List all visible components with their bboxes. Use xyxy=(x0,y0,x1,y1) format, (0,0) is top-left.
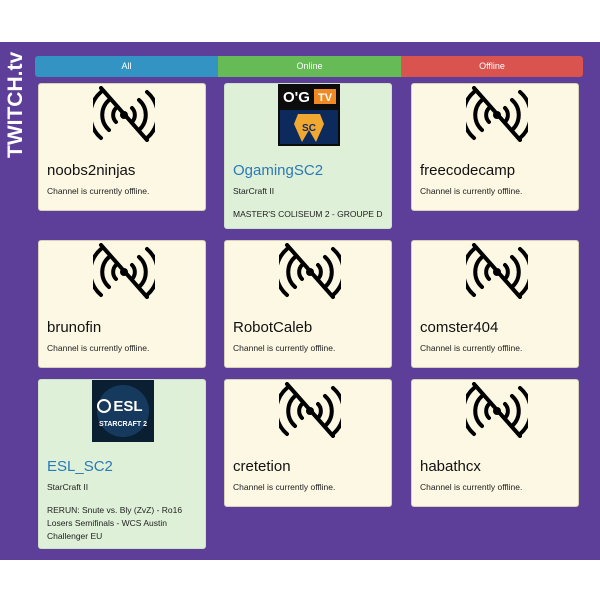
channel-card-freecodecamp[interactable]: freecodecamp Channel is currently offlin… xyxy=(411,83,579,211)
channel-game: StarCraft II xyxy=(233,186,275,196)
esl-logo-subtext: STARCRAFT 2 xyxy=(99,421,147,428)
channel-name[interactable]: cretetion xyxy=(233,458,291,475)
channel-status: Channel is currently offline. xyxy=(420,186,523,196)
channel-card-comster404[interactable]: comster404 Channel is currently offline. xyxy=(411,240,579,368)
channel-card-esl-sc2[interactable]: ESL STARCRAFT 2 ESL_SC2 StarCraft II RER… xyxy=(38,379,206,549)
offline-icon xyxy=(466,86,528,142)
channel-card-cretetion[interactable]: cretetion Channel is currently offline. xyxy=(224,379,392,507)
channel-card-noobs2ninjas[interactable]: noobs2ninjas Channel is currently offlin… xyxy=(38,83,206,211)
offline-icon xyxy=(93,243,155,299)
channel-name[interactable]: RobotCaleb xyxy=(233,319,312,336)
offline-icon xyxy=(279,243,341,299)
ogaming-logo-text: O'G xyxy=(283,89,310,106)
channel-status: Channel is currently offline. xyxy=(233,343,336,353)
ogaming-logo-emblem: SC xyxy=(302,123,316,134)
channel-card-brunofin[interactable]: brunofin Channel is currently offline. xyxy=(38,240,206,368)
channel-name[interactable]: habathcx xyxy=(420,458,481,475)
channel-status: Channel is currently offline. xyxy=(233,482,336,492)
tab-online[interactable]: Online xyxy=(218,56,401,77)
channel-name[interactable]: brunofin xyxy=(47,319,101,336)
offline-icon xyxy=(93,86,155,142)
tab-all[interactable]: All xyxy=(35,56,218,77)
channel-name[interactable]: noobs2ninjas xyxy=(47,162,135,179)
channel-card-ogamingsc2[interactable]: O'G TV SC OgamingSC2 StarCraft II MASTER… xyxy=(224,83,392,229)
offline-icon xyxy=(466,243,528,299)
channel-status: Channel is currently offline. xyxy=(420,482,523,492)
channel-game: StarCraft II xyxy=(47,482,89,492)
channel-status: Channel is currently offline. xyxy=(47,186,150,196)
brand-title: TWITCH.tv xyxy=(4,51,27,158)
tab-offline[interactable]: Offline xyxy=(401,56,583,77)
channel-name[interactable]: freecodecamp xyxy=(420,162,515,179)
channel-card-robotcaleb[interactable]: RobotCaleb Channel is currently offline. xyxy=(224,240,392,368)
channel-status: Channel is currently offline. xyxy=(47,343,150,353)
ogaming-logo-badge: TV xyxy=(318,92,333,104)
esl-logo: ESL STARCRAFT 2 xyxy=(92,380,154,442)
channel-name[interactable]: OgamingSC2 xyxy=(233,162,323,179)
channel-name[interactable]: comster404 xyxy=(420,319,498,336)
channel-stream-title: RERUN: Snute vs. Bly (ZvZ) - Ro16 Losers… xyxy=(47,505,183,541)
channel-stream-title: MASTER'S COLISEUM 2 - GROUPE D xyxy=(233,209,383,219)
ogaming-logo: O'G TV SC xyxy=(278,84,340,146)
offline-icon xyxy=(279,382,341,438)
channel-name[interactable]: ESL_SC2 xyxy=(47,458,113,475)
channel-status: Channel is currently offline. xyxy=(420,343,523,353)
esl-logo-text: ESL xyxy=(113,398,142,415)
offline-icon xyxy=(466,382,528,438)
channel-card-habathcx[interactable]: habathcx Channel is currently offline. xyxy=(411,379,579,507)
